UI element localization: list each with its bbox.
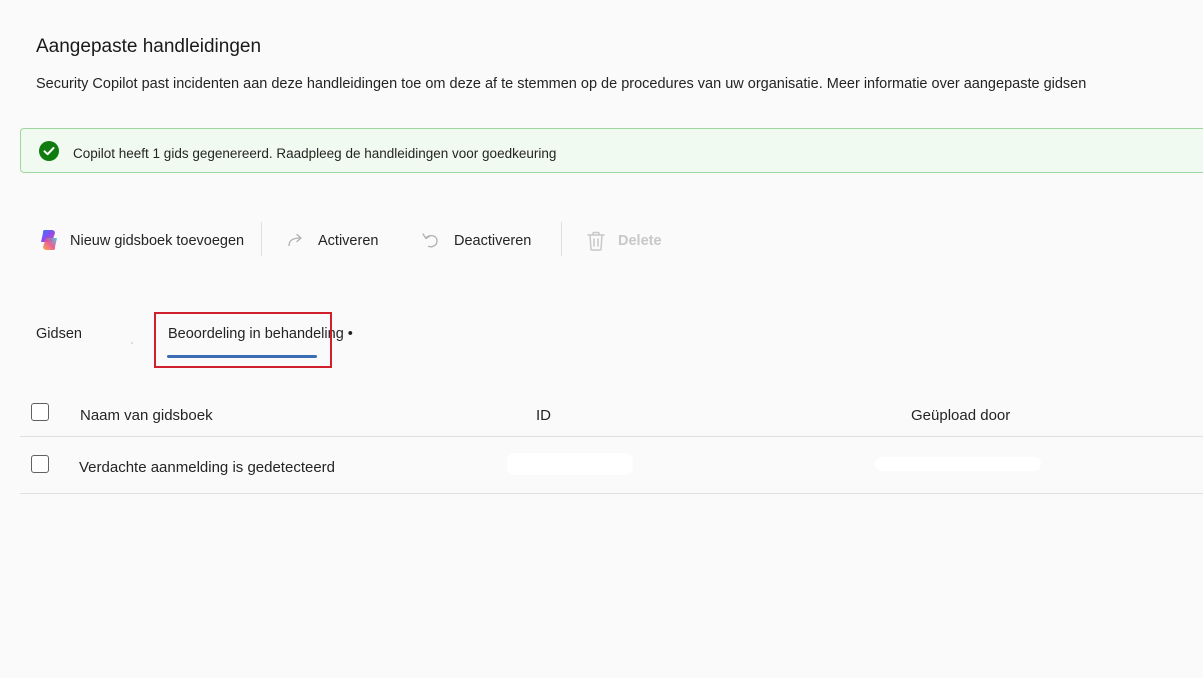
table-header: Naam van gidsboek ID Geüpload door [20, 390, 1203, 437]
delete-label: Delete [618, 233, 662, 249]
activate-label: Activeren [318, 233, 379, 249]
forward-arrow-icon [286, 231, 306, 251]
row-checkbox[interactable] [31, 455, 49, 473]
toolbar-divider [561, 222, 562, 256]
trash-icon [584, 229, 608, 253]
playbook-name-cell[interactable]: Verdachte aanmelding is gedetecteerd [79, 459, 335, 476]
column-header-uploaded-by[interactable]: Geüpload door [911, 407, 1010, 424]
deactivate-button[interactable]: Deactiveren [420, 220, 540, 262]
page-title: Aangepaste handleidingen [36, 36, 262, 57]
learn-more-link[interactable]: Meer informatie over aangepaste gidsen [827, 76, 1087, 92]
custom-playbooks-page: Aangepaste handleidingen Security Copilo… [0, 0, 1203, 678]
add-playbook-button[interactable]: Nieuw gidsboek toevoegen [34, 220, 262, 262]
column-header-name[interactable]: Naam van gidsboek [80, 407, 213, 424]
banner-message: Copilot heeft 1 gids gegenereerd. Raadpl… [73, 146, 557, 161]
page-description: Security Copilot past incidenten aan dez… [36, 76, 1086, 92]
deactivate-label: Deactiveren [454, 233, 532, 249]
add-playbook-label: Nieuw gidsboek toevoegen [70, 233, 245, 249]
redacted-id [507, 453, 633, 475]
success-banner: Copilot heeft 1 gids gegenereerd. Raadpl… [20, 128, 1203, 173]
table-row[interactable]: Verdachte aanmelding is gedetecteerd [20, 437, 1203, 494]
copilot-icon [36, 227, 60, 251]
highlight-box [154, 312, 332, 368]
checkmark-circle-icon [39, 141, 59, 161]
select-all-checkbox[interactable] [31, 403, 49, 421]
activate-button[interactable]: Activeren [286, 220, 386, 262]
playbook-table: Naam van gidsboek ID Geüpload door Verda… [20, 390, 1203, 494]
tab-list: Gidsen Beoordeling in behandeling • [0, 310, 1203, 370]
tab-guides[interactable]: Gidsen [36, 326, 82, 342]
description-text: Security Copilot past incidenten aan dez… [36, 76, 823, 92]
undo-icon [420, 230, 442, 252]
toolbar: Nieuw gidsboek toevoegen Activeren Deact… [0, 220, 1203, 262]
tab-divider [131, 342, 133, 344]
delete-button[interactable]: Delete [584, 220, 684, 262]
redacted-uploader [875, 457, 1041, 471]
toolbar-divider [261, 222, 262, 256]
column-header-id[interactable]: ID [536, 407, 551, 424]
